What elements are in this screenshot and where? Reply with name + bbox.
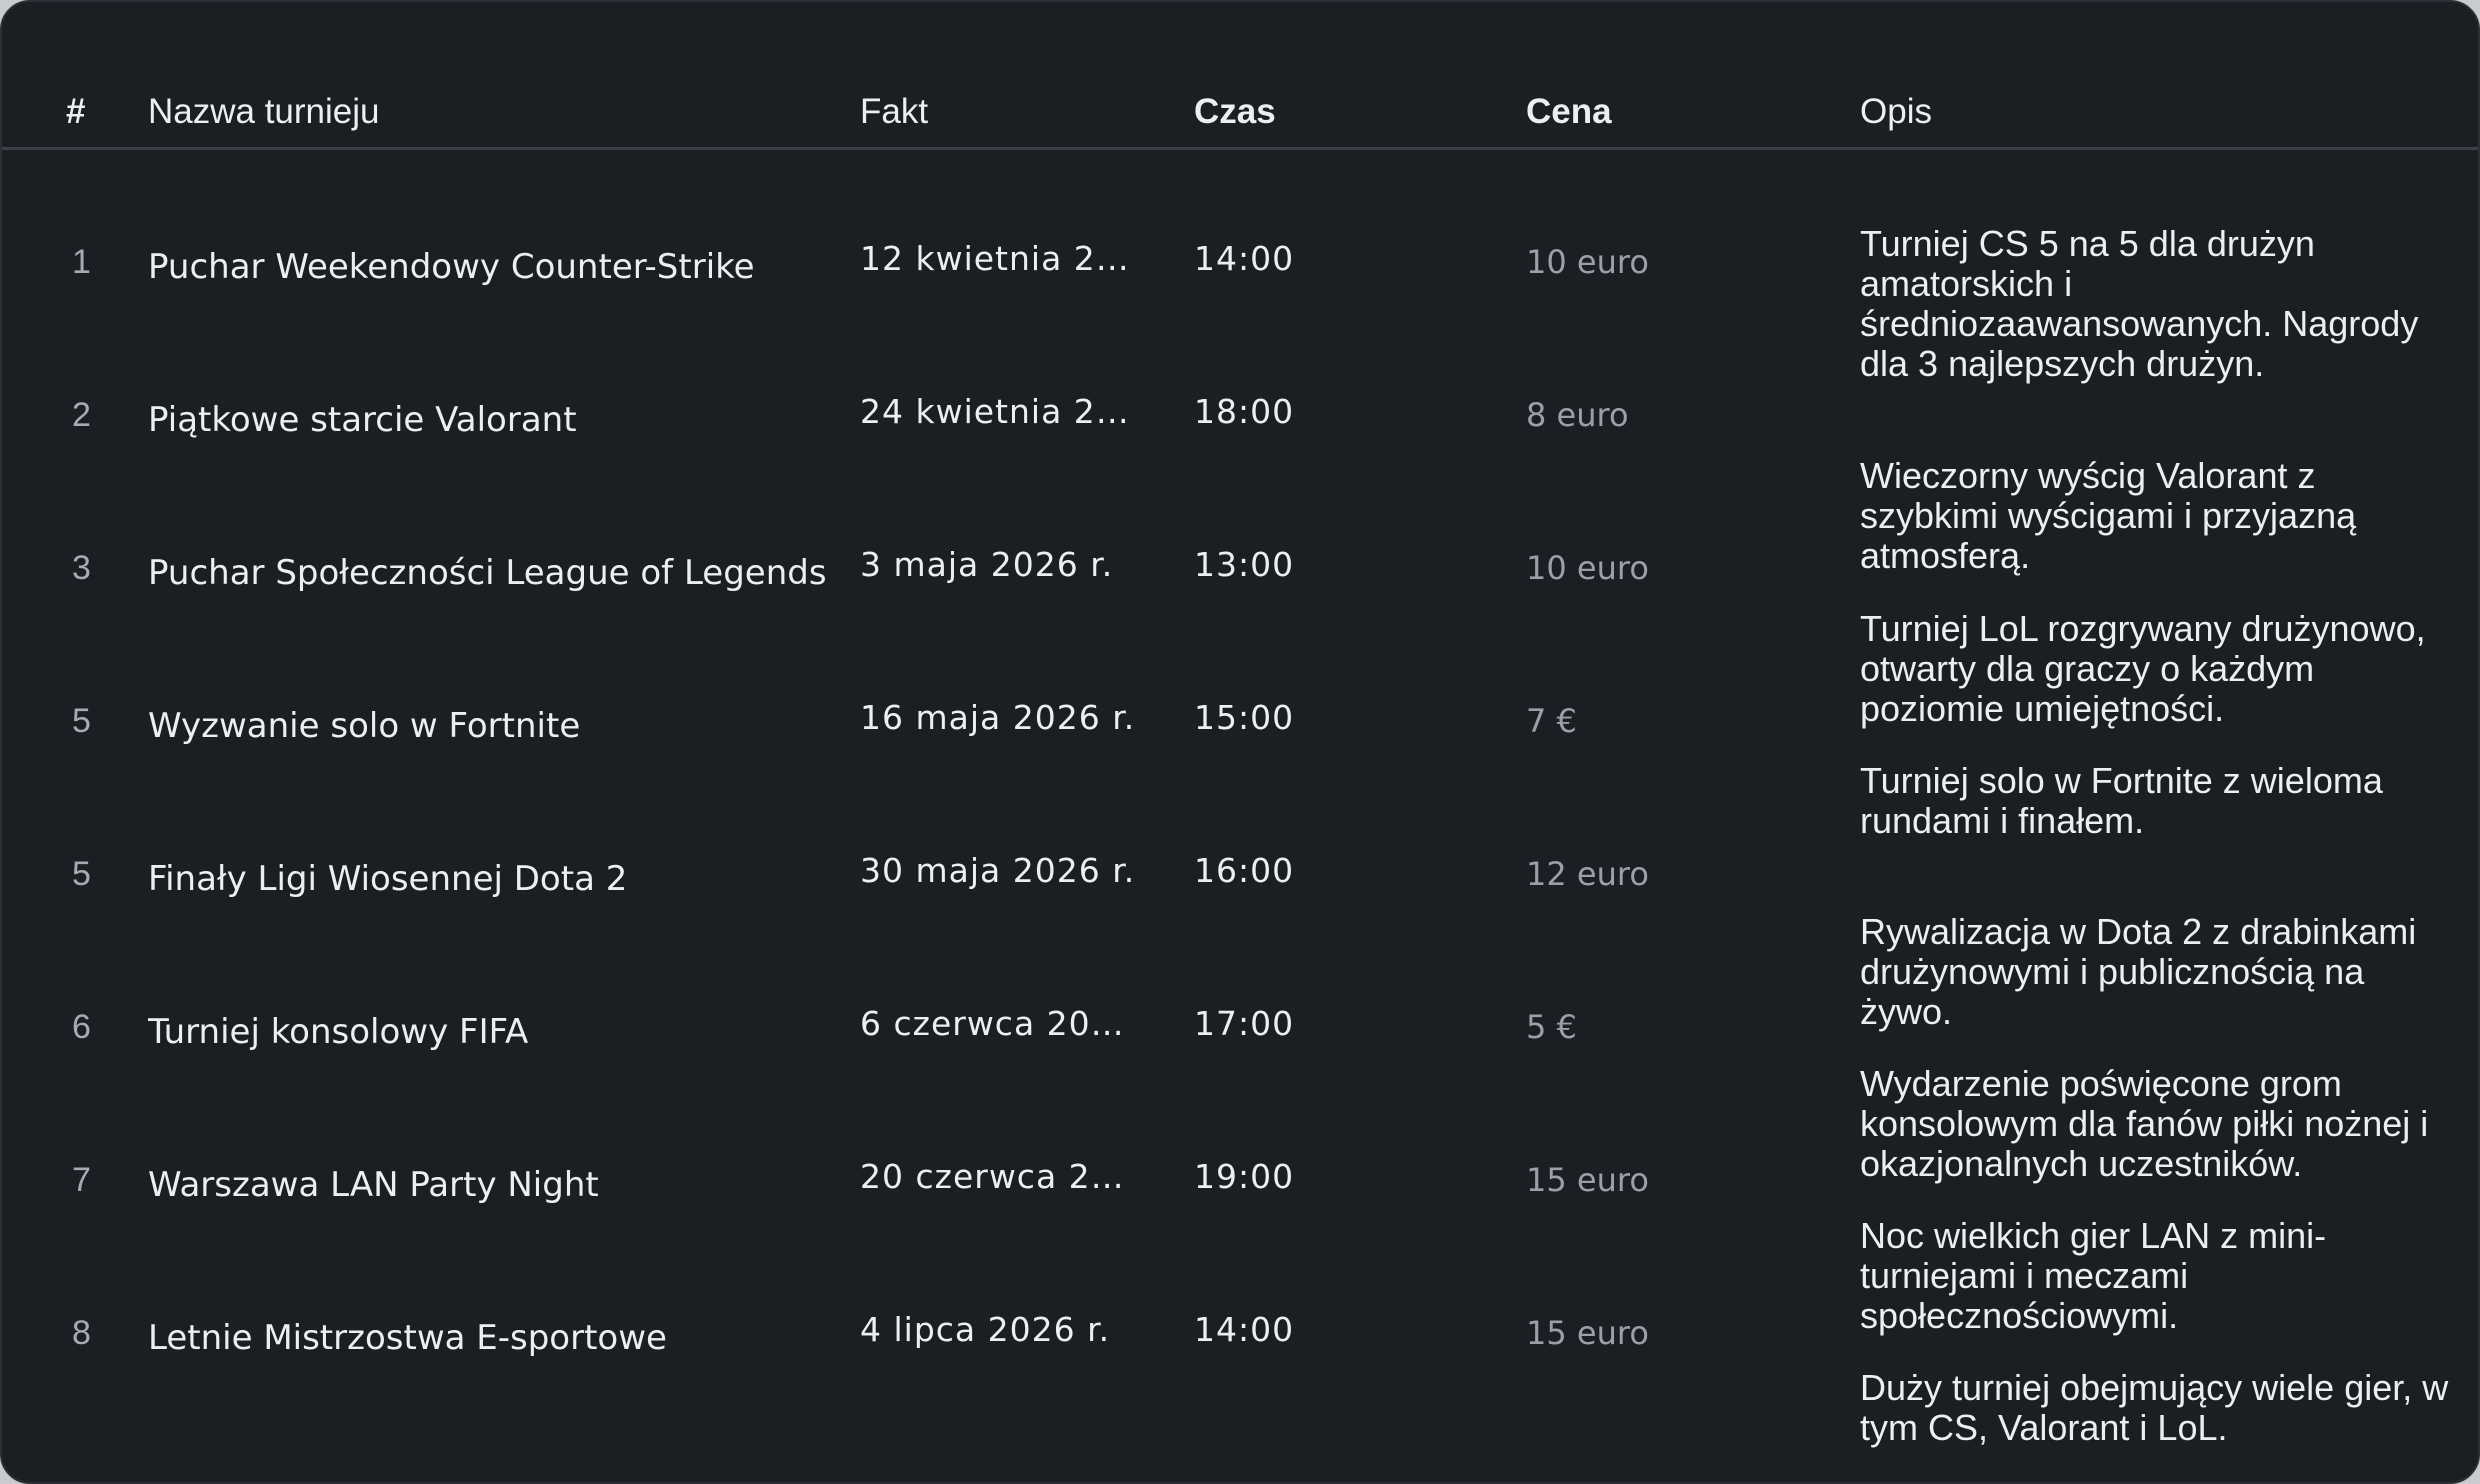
table-row[interactable]: 5 Wyzwanie solo w Fortnite 16 maja 2026 … xyxy=(2,686,1842,839)
tournament-time: 14:00 xyxy=(1194,1310,1295,1349)
table-row[interactable]: 7 Warszawa LAN Party Night 20 czerwca 20… xyxy=(2,1145,1842,1298)
tournament-description: Duży turniej obejmujący wiele gier, w ty… xyxy=(1860,1367,2449,1448)
tournament-price: 15 euro xyxy=(1526,1161,1649,1199)
tournament-name: Letnie Mistrzostwa E-sportowe xyxy=(148,1318,667,1358)
tournament-description: Rywalizacja w Dota 2 z drabinkami drużyn… xyxy=(1860,911,2417,1032)
tournament-date: 30 maja 2026 r. xyxy=(860,851,1136,890)
header-name[interactable]: Nazwa turnieju xyxy=(148,92,380,132)
tournament-name: Puchar Społeczności League of Legends xyxy=(148,553,827,593)
tournament-name: Puchar Weekendowy Counter-Strike xyxy=(148,247,755,287)
row-number: 7 xyxy=(72,1161,91,1199)
header-price[interactable]: Cena xyxy=(1526,92,1612,132)
table-row[interactable]: 1 Puchar Weekendowy Counter-Strike 12 kw… xyxy=(2,227,1842,380)
tournament-time: 19:00 xyxy=(1194,1157,1295,1196)
row-number: 1 xyxy=(72,243,91,281)
tournament-price: 10 euro xyxy=(1526,549,1649,587)
tournament-description: Wieczorny wyścig Valorant z szybkimi wyś… xyxy=(1860,455,2357,576)
tournament-table: # Nazwa turnieju Fakt Czas Cena Opis 1 P… xyxy=(0,0,2480,1484)
tournament-time: 16:00 xyxy=(1194,851,1295,890)
tournament-price: 15 euro xyxy=(1526,1314,1649,1352)
header-time[interactable]: Czas xyxy=(1194,92,1276,132)
header-date[interactable]: Fakt xyxy=(860,92,928,132)
tournament-price: 12 euro xyxy=(1526,855,1649,893)
tournament-name: Turniej konsolowy FIFA xyxy=(148,1012,529,1052)
tournament-description: Wydarzenie poświęcone grom konsolowym dl… xyxy=(1860,1063,2429,1184)
row-number: 5 xyxy=(72,855,91,893)
tournament-description: Turniej LoL rozgrywany drużynowo, otwart… xyxy=(1860,608,2426,729)
tournament-description: Turniej CS 5 na 5 dla drużyn amatorskich… xyxy=(1860,223,2419,384)
tournament-price: 10 euro xyxy=(1526,243,1649,281)
tournament-name: Warszawa LAN Party Night xyxy=(148,1165,599,1205)
tournament-time: 14:00 xyxy=(1194,239,1295,278)
tournament-time: 18:00 xyxy=(1194,392,1295,431)
row-number: 8 xyxy=(72,1314,91,1352)
tournament-date: 16 maja 2026 r. xyxy=(860,698,1136,737)
tournament-time: 15:00 xyxy=(1194,698,1295,737)
tournament-date: 20 czerwca 20… xyxy=(860,1157,1140,1196)
header-description[interactable]: Opis xyxy=(1860,92,1932,132)
tournament-time: 17:00 xyxy=(1194,1004,1295,1043)
tournament-description: Noc wielkich gier LAN z mini-turniejami … xyxy=(1860,1215,2327,1336)
tournament-description: Turniej solo w Fortnite z wieloma rundam… xyxy=(1860,760,2383,841)
table-row[interactable]: 3 Puchar Społeczności League of Legends … xyxy=(2,533,1842,686)
tournament-date: 4 lipca 2026 r. xyxy=(860,1310,1111,1349)
header-divider xyxy=(2,147,2478,150)
row-number: 6 xyxy=(72,1008,91,1046)
row-number: 5 xyxy=(72,702,91,740)
table-row[interactable]: 6 Turniej konsolowy FIFA 6 czerwca 202… … xyxy=(2,992,1842,1145)
tournament-name: Finały Ligi Wiosennej Dota 2 xyxy=(148,859,628,899)
tournament-date: 24 kwietnia 20… xyxy=(860,392,1140,431)
table-row[interactable]: 8 Letnie Mistrzostwa E-sportowe 4 lipca … xyxy=(2,1298,1842,1451)
row-number: 3 xyxy=(72,549,91,587)
tournament-date: 6 czerwca 202… xyxy=(860,1004,1140,1043)
table-row[interactable]: 2 Piątkowe starcie Valorant 24 kwietnia … xyxy=(2,380,1842,533)
table-row[interactable]: 5 Finały Ligi Wiosennej Dota 2 30 maja 2… xyxy=(2,839,1842,992)
header-number[interactable]: # xyxy=(66,92,85,132)
tournament-name: Piątkowe starcie Valorant xyxy=(148,400,577,440)
row-number: 2 xyxy=(72,396,91,434)
tournament-name: Wyzwanie solo w Fortnite xyxy=(148,706,581,746)
tournament-price: 5 € xyxy=(1526,1008,1577,1046)
tournament-price: 7 € xyxy=(1526,702,1577,740)
tournament-time: 13:00 xyxy=(1194,545,1295,584)
tournament-date: 12 kwietnia 20… xyxy=(860,239,1140,278)
tournament-price: 8 euro xyxy=(1526,396,1629,434)
tournament-date: 3 maja 2026 r. xyxy=(860,545,1114,584)
